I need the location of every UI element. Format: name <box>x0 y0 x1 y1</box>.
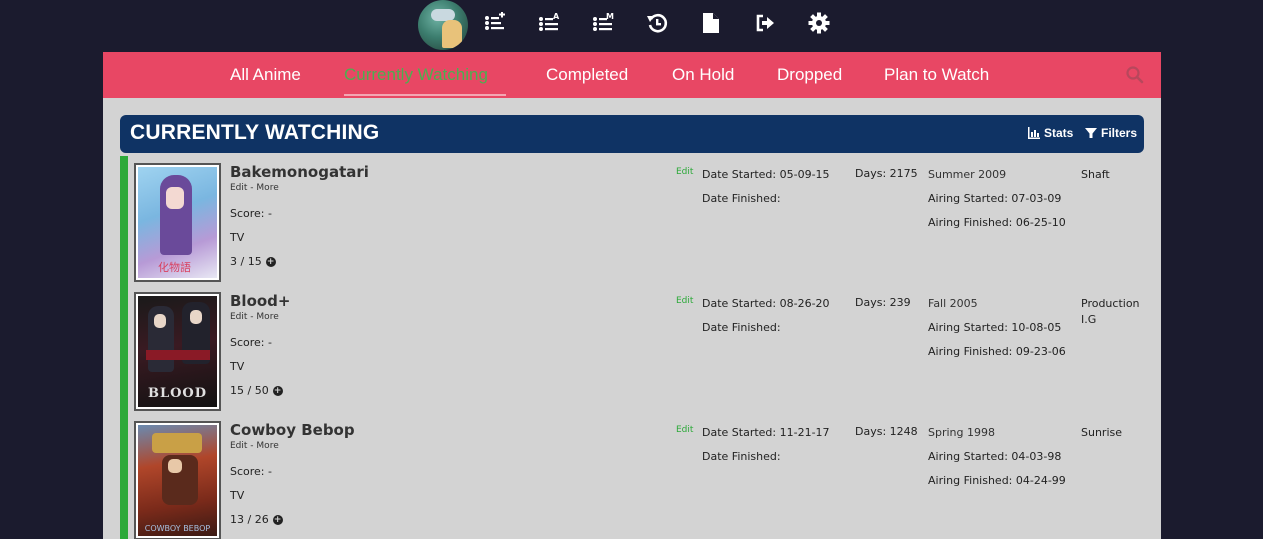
airing-started: Airing Started: 10-08-05 <box>928 321 1062 334</box>
anime-title[interactable]: Cowboy Bebop <box>230 421 355 439</box>
season: Summer 2009 <box>928 168 1007 181</box>
edit-dates-link[interactable]: Edit <box>676 425 693 435</box>
svg-text:M: M <box>606 12 614 21</box>
plus-circle-icon[interactable]: + <box>265 256 276 267</box>
score: Score: - <box>230 207 272 220</box>
file-icon[interactable] <box>700 12 722 34</box>
edit-more-links: Edit - More <box>230 441 279 451</box>
airing-started: Airing Started: 04-03-98 <box>928 450 1062 463</box>
date-finished: Date Finished: <box>702 450 781 463</box>
tab-completed[interactable]: Completed <box>546 65 628 85</box>
more-link[interactable]: More <box>256 441 278 451</box>
score: Score: - <box>230 336 272 349</box>
studio: Shaft <box>1081 168 1110 181</box>
days-count: Days: 2175 <box>855 167 918 180</box>
progress-text: 13 / 26 <box>230 513 269 526</box>
avatar[interactable] <box>418 0 468 50</box>
filter-icon <box>1085 128 1097 138</box>
more-link[interactable]: More <box>256 312 278 322</box>
days-count: Days: 1248 <box>855 425 918 438</box>
status-color-bar <box>120 156 128 539</box>
list-manga-icon[interactable]: M <box>592 12 614 34</box>
stats-label: Stats <box>1044 126 1074 140</box>
date-finished: Date Finished: <box>702 321 781 334</box>
airing-finished: Airing Finished: 04-24-99 <box>928 474 1066 487</box>
media-type: TV <box>230 231 245 244</box>
progress-text: 3 / 15 <box>230 255 262 268</box>
anime-poster[interactable]: BLOOD <box>134 292 221 411</box>
active-tab-underline <box>344 94 506 96</box>
episode-progress: 15 / 50 + <box>230 384 283 397</box>
episode-progress: 13 / 26 + <box>230 513 283 526</box>
svg-text:A: A <box>553 12 560 21</box>
top-toolbar: A M <box>0 0 1263 52</box>
date-started: Date Started: 11-21-17 <box>702 426 830 439</box>
list-add-icon[interactable] <box>484 12 506 34</box>
date-started: Date Started: 08-26-20 <box>702 297 830 310</box>
filters-label: Filters <box>1101 126 1138 140</box>
list-title: CURRENTLY WATCHING <box>130 121 380 144</box>
anime-title[interactable]: Blood+ <box>230 292 291 310</box>
edit-dates-link[interactable]: Edit <box>676 296 693 306</box>
media-type: TV <box>230 489 245 502</box>
tab-dropped[interactable]: Dropped <box>777 65 842 85</box>
plus-circle-icon[interactable]: + <box>272 514 283 525</box>
history-icon[interactable] <box>646 12 668 34</box>
list-item: COWBOY BEBOP Cowboy Bebop Edit - More Sc… <box>134 419 1154 539</box>
date-finished: Date Finished: <box>702 192 781 205</box>
plus-circle-icon[interactable]: + <box>272 385 283 396</box>
main-container: All Anime Currently Watching Completed O… <box>103 52 1161 539</box>
studio: Production I.G <box>1081 297 1140 326</box>
edit-more-links: Edit - More <box>230 312 279 322</box>
edit-more-links: Edit - More <box>230 183 279 193</box>
airing-started: Airing Started: 07-03-09 <box>928 192 1062 205</box>
search-icon[interactable] <box>1125 65 1145 85</box>
media-type: TV <box>230 360 245 373</box>
list-alpha-icon[interactable]: A <box>538 12 560 34</box>
airing-finished: Airing Finished: 06-25-10 <box>928 216 1066 229</box>
stats-button[interactable]: Stats <box>1028 126 1073 140</box>
airing-finished: Airing Finished: 09-23-06 <box>928 345 1066 358</box>
edit-link[interactable]: Edit <box>230 441 247 451</box>
season: Fall 2005 <box>928 297 978 310</box>
tab-all-anime[interactable]: All Anime <box>230 65 301 85</box>
logout-icon[interactable] <box>754 12 776 34</box>
filters-button[interactable]: Filters <box>1085 126 1137 140</box>
anime-title[interactable]: Bakemonogatari <box>230 163 369 181</box>
tab-on-hold[interactable]: On Hold <box>672 65 734 85</box>
progress-text: 15 / 50 <box>230 384 269 397</box>
tab-plan-to-watch[interactable]: Plan to Watch <box>884 65 989 85</box>
gear-icon[interactable] <box>808 12 830 34</box>
more-link[interactable]: More <box>256 183 278 193</box>
tab-currently-watching[interactable]: Currently Watching <box>344 65 488 85</box>
edit-dates-link[interactable]: Edit <box>676 167 693 177</box>
edit-link[interactable]: Edit <box>230 183 247 193</box>
edit-link[interactable]: Edit <box>230 312 247 322</box>
bar-chart-icon <box>1028 127 1040 139</box>
season: Spring 1998 <box>928 426 995 439</box>
days-count: Days: 239 <box>855 296 911 309</box>
score: Score: - <box>230 465 272 478</box>
list-item: BLOOD Blood+ Edit - More Score: - TV 15 … <box>134 290 1154 417</box>
status-nav: All Anime Currently Watching Completed O… <box>103 52 1161 98</box>
list-item: 化物語 Bakemonogatari Edit - More Score: - … <box>134 161 1154 288</box>
studio: Sunrise <box>1081 426 1123 439</box>
episode-progress: 3 / 15 + <box>230 255 276 268</box>
date-started: Date Started: 05-09-15 <box>702 168 830 181</box>
anime-poster[interactable]: 化物語 <box>134 163 221 282</box>
anime-poster[interactable]: COWBOY BEBOP <box>134 421 221 539</box>
list-header: CURRENTLY WATCHING Stats Filters <box>120 115 1144 153</box>
